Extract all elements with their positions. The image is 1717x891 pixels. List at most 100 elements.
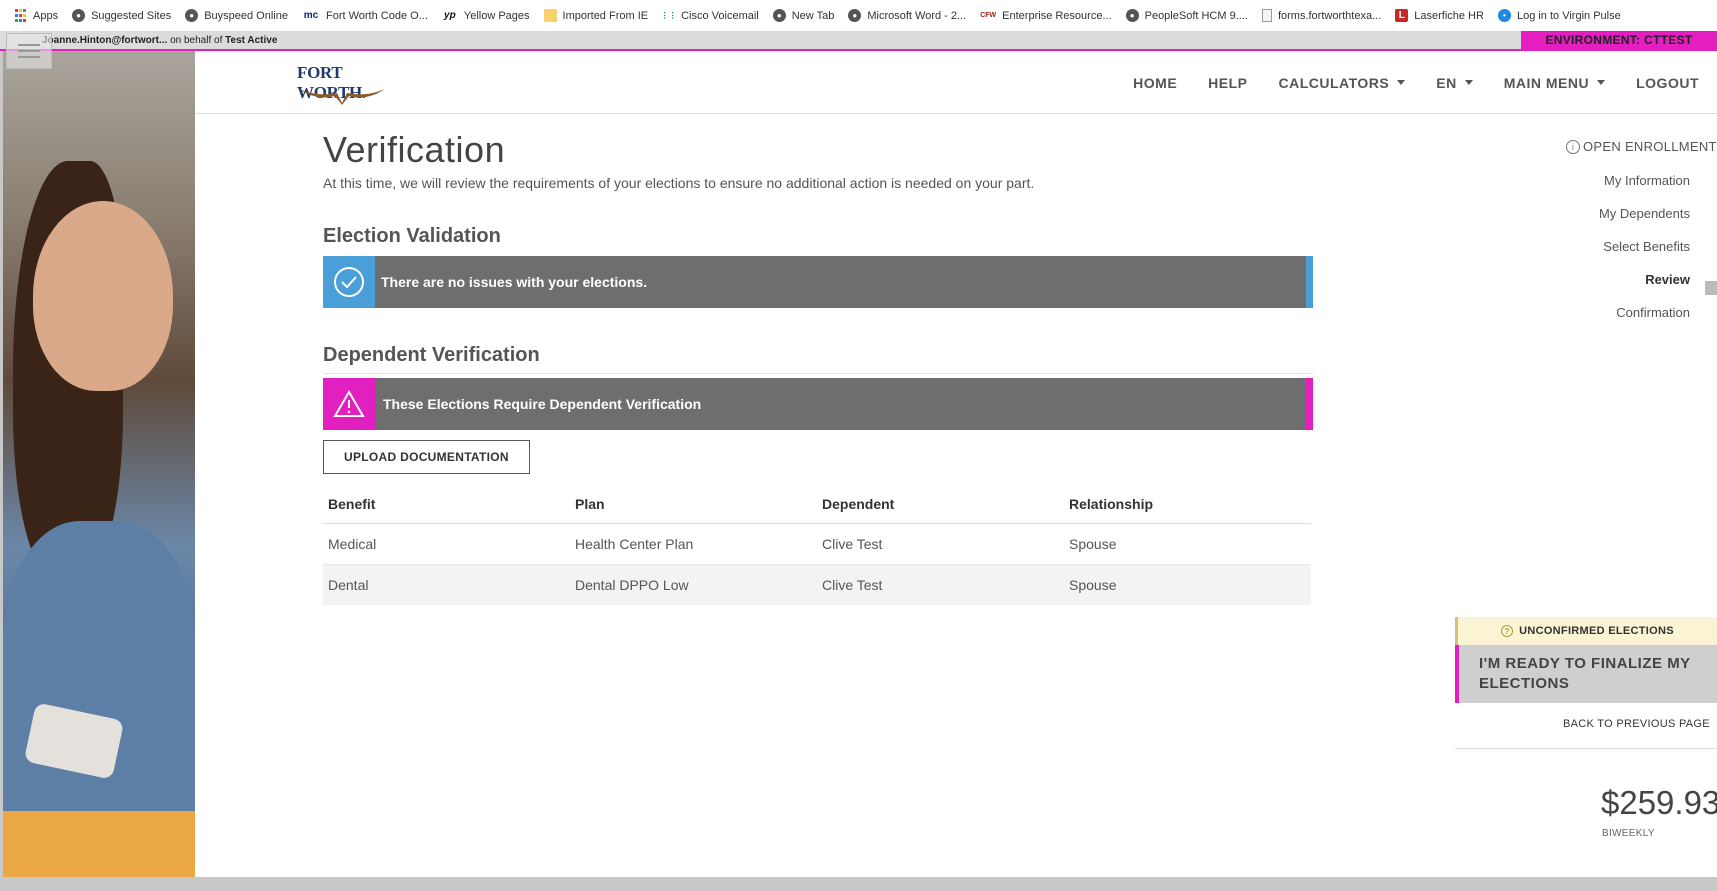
total-cost: $259.93 [1601, 784, 1717, 821]
globe-icon: ● [72, 9, 86, 22]
back-to-previous-page-link[interactable]: BACK TO PREVIOUS PAGE [1563, 718, 1710, 730]
column-header-relationship: Relationship [1064, 486, 1311, 524]
cell-relationship: Spouse [1064, 523, 1311, 565]
bookmark-cisco-voicemail[interactable]: ⋮⋮ Cisco Voicemail [661, 9, 759, 22]
apps-grid-icon [14, 9, 27, 22]
bookmark-label: New Tab [791, 9, 835, 22]
upload-documentation-button[interactable]: UPLOAD DOCUMENTATION [323, 440, 530, 474]
chevron-down-icon [1397, 80, 1406, 85]
bookmark-peoplesoft-hcm[interactable]: ● PeopleSoft HCM 9.... [1125, 9, 1248, 22]
behalf-prefix: on behalf of [170, 35, 223, 46]
globe-icon: ● [848, 9, 862, 22]
cell-dependent: Clive Test [817, 564, 1064, 605]
bookmark-label: Imported From IE [562, 9, 649, 22]
step-my-dependents[interactable]: My Dependents [1599, 206, 1690, 239]
bookmark-label: Enterprise Resource... [1002, 9, 1112, 22]
fort-worth-logo[interactable]: FORT WORTH. [297, 63, 397, 105]
cell-benefit: Dental [323, 564, 570, 605]
hamburger-menu-icon[interactable] [6, 33, 52, 69]
longhorn-icon [299, 89, 385, 105]
bookmark-suggested-sites[interactable]: ● Suggested Sites [72, 9, 171, 22]
nav-language[interactable]: EN [1436, 74, 1473, 91]
bookmark-label: Cisco Voicemail [681, 9, 759, 22]
nav-language-label: EN [1436, 74, 1457, 91]
election-validation-message: There are no issues with your elections. [381, 274, 648, 290]
bookmark-label: Log in to Virgin Pulse [1516, 9, 1621, 22]
mc-icon: mc [303, 10, 319, 21]
step-select-benefits[interactable]: Select Benefits [1599, 239, 1690, 272]
open-enrollment-label: i OPEN ENROLLMENT [1566, 139, 1717, 154]
globe-icon: ● [772, 9, 786, 22]
yp-icon: yp [444, 10, 456, 21]
bookmark-new-tab[interactable]: ● New Tab [772, 9, 835, 22]
bookmark-label: Apps [33, 9, 59, 22]
unconfirmed-elections-label: UNCONFIRMED ELECTIONS [1519, 625, 1674, 637]
bookmark-laserfiche-hr[interactable]: L Laserfiche HR [1395, 9, 1484, 22]
cell-relationship: Spouse [1064, 564, 1311, 605]
behalf-user: Test Active [225, 35, 278, 46]
main-nav: HOME HELP CALCULATORS EN MAIN MENU LOGOU… [1102, 51, 1717, 114]
info-icon[interactable]: i [1566, 139, 1580, 154]
virgin-pulse-icon: • [1497, 9, 1511, 22]
sidebar-divider [1455, 748, 1717, 749]
nav-main-menu[interactable]: MAIN MENU [1503, 74, 1606, 91]
question-icon: ? [1501, 625, 1514, 637]
bookmark-enterprise-resource[interactable]: CFW Enterprise Resource... [980, 9, 1111, 22]
page-title: Verification [323, 129, 506, 170]
table-header-row: Benefit Plan Dependent Relationship [323, 486, 1311, 524]
table-row: Medical Health Center Plan Clive Test Sp… [323, 523, 1311, 565]
step-review[interactable]: Review [1599, 272, 1690, 305]
globe-icon: ● [185, 9, 199, 22]
bookmark-imported-from-ie[interactable]: Imported From IE [543, 9, 649, 22]
acting-user: Joanne.Hinton@fortwort... [42, 35, 168, 46]
bookmark-label: forms.fortworthtexa... [1277, 9, 1382, 22]
bookmark-label: PeopleSoft HCM 9.... [1144, 9, 1248, 22]
nav-calculators-label: CALCULATORS [1278, 74, 1390, 91]
warning-icon-box [323, 378, 375, 430]
check-circle-icon [334, 267, 364, 297]
bookmark-yellow-pages[interactable]: yp Yellow Pages [442, 9, 529, 22]
nav-logout[interactable]: LOGOUT [1636, 75, 1699, 91]
step-confirmation[interactable]: Confirmation [1599, 305, 1690, 338]
cfw-icon: CFW [980, 12, 997, 19]
nav-calculators[interactable]: CALCULATORS [1279, 75, 1406, 91]
bookmark-virgin-pulse[interactable]: • Log in to Virgin Pulse [1497, 9, 1621, 22]
cell-benefit: Medical [323, 523, 570, 565]
environment-bar: Joanne.Hinton@fortwort... on behalf of T… [0, 31, 1717, 51]
column-header-plan: Plan [570, 486, 817, 524]
step-my-information[interactable]: My Information [1599, 173, 1690, 206]
checkmark-icon-box [323, 256, 375, 308]
nav-help[interactable]: HELP [1208, 75, 1247, 91]
finalize-elections-button[interactable]: I'M READY TO FINALIZE MY ELECTIONS [1455, 645, 1717, 703]
bookmark-microsoft-word[interactable]: ● Microsoft Word - 2... [848, 9, 966, 22]
page-description: At this time, we will review the require… [323, 175, 1035, 191]
hero-photo [3, 51, 195, 877]
nav-main-menu-label: MAIN MENU [1503, 74, 1590, 91]
cell-plan: Health Center Plan [570, 523, 817, 565]
nav-home[interactable]: HOME [1133, 75, 1177, 91]
chevron-down-icon [1597, 80, 1606, 85]
table-row: Dental Dental DPPO Low Clive Test Spouse [323, 564, 1311, 605]
dependent-verification-heading: Dependent Verification [323, 344, 1313, 374]
warning-triangle-icon [333, 390, 365, 417]
bookmark-forms-fortworth[interactable]: forms.fortworthtexa... [1261, 9, 1382, 22]
unconfirmed-elections-notice: ? UNCONFIRMED ELECTIONS [1455, 617, 1717, 645]
bookmark-fort-worth-code[interactable]: mc Fort Worth Code O... [302, 9, 428, 22]
bookmark-buyspeed[interactable]: ● Buyspeed Online [185, 9, 288, 22]
main-panel: FORT WORTH. HOME HELP CALCULATORS EN MAI… [195, 51, 1717, 877]
bookmark-label: Microsoft Word - 2... [867, 9, 967, 22]
dependent-verification-banner: These Elections Require Dependent Verifi… [323, 378, 1313, 430]
active-step-indicator [1705, 281, 1717, 295]
impersonation-info: Joanne.Hinton@fortwort... on behalf of T… [42, 35, 277, 46]
folder-icon [543, 9, 557, 22]
cell-dependent: Clive Test [817, 523, 1064, 565]
bookmark-apps[interactable]: Apps [14, 9, 58, 22]
pay-frequency: BIWEEKLY [1602, 828, 1655, 839]
dependent-verification-message: These Elections Require Dependent Verifi… [383, 396, 702, 412]
bookmark-label: Suggested Sites [91, 9, 172, 22]
election-validation-heading: Election Validation [323, 225, 501, 247]
bookmark-label: Buyspeed Online [204, 9, 288, 22]
cell-plan: Dental DPPO Low [570, 564, 817, 605]
chevron-down-icon [1464, 80, 1473, 85]
election-validation-banner: There are no issues with your elections. [323, 256, 1313, 308]
